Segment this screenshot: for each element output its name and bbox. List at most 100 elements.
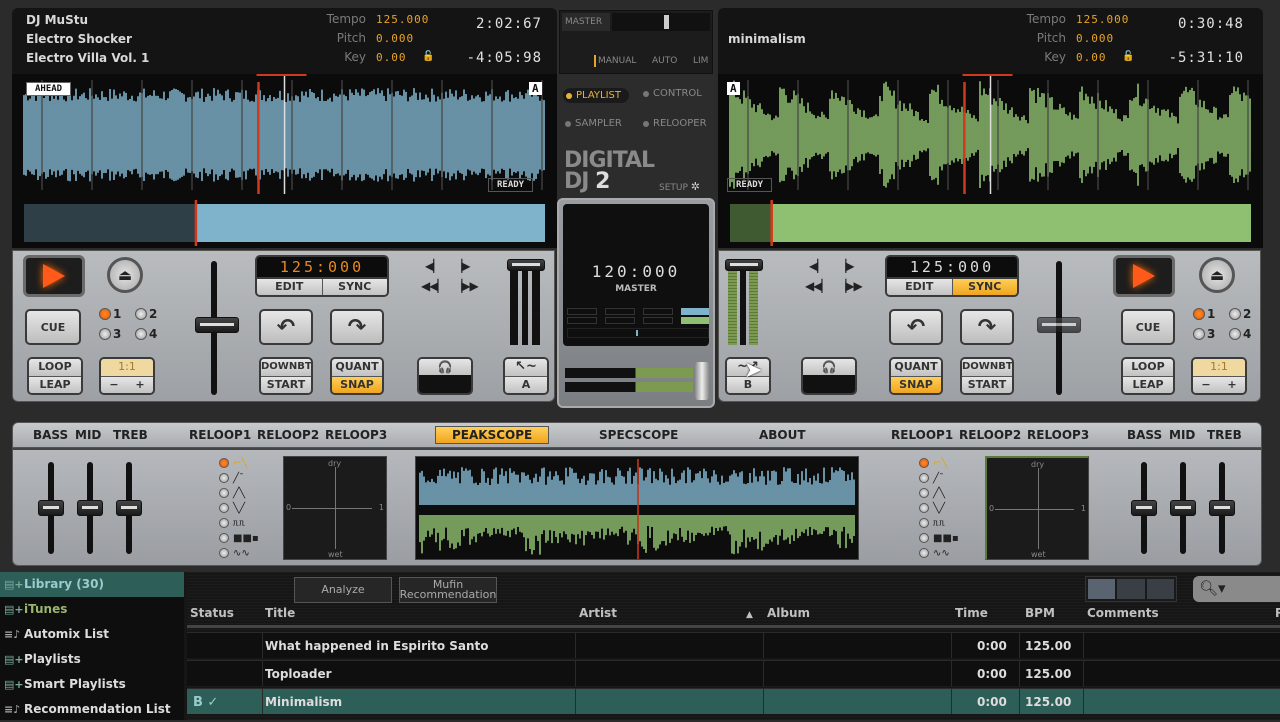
- hotcue-2[interactable]: 2: [1229, 307, 1251, 321]
- view-small-button[interactable]: [1088, 579, 1116, 599]
- leap-button[interactable]: LEAP: [29, 375, 81, 393]
- beat-jump-back-icon[interactable]: ◀▏: [809, 259, 826, 273]
- eq-mid-handle[interactable]: [1170, 500, 1196, 516]
- limiter-lim[interactable]: LIM: [693, 56, 708, 66]
- deck-a-crossfader-assign[interactable]: ↖~ A: [503, 357, 549, 395]
- deck-b-play-button[interactable]: [1113, 255, 1175, 297]
- deck-a-loop-size[interactable]: 1:1 − +: [99, 357, 155, 395]
- sync-button[interactable]: SYNC: [951, 279, 1017, 295]
- view-playlist[interactable]: PLAYLIST: [563, 88, 629, 103]
- deck-a-filter-selector[interactable]: ⌐╲ ╱¯ ╱╲ ╲╱ ᥰᥰ ■■▪ ∿∿: [219, 456, 259, 560]
- filter-comb[interactable]: ᥰᥰ: [219, 516, 259, 530]
- col-time[interactable]: Time: [955, 606, 988, 620]
- key-lock-icon[interactable]: 🔓: [422, 51, 434, 62]
- view-relooper[interactable]: RELOOPER: [643, 118, 707, 129]
- master-slider[interactable]: [612, 13, 710, 31]
- deck-b-overview[interactable]: [718, 198, 1263, 248]
- deck-a-downbt-start[interactable]: DOWNBT START: [259, 357, 313, 395]
- beat-jump-forward-icon[interactable]: ▕▶: [837, 259, 854, 273]
- deck-b-back-button[interactable]: ↶: [889, 309, 943, 345]
- deck-b-quant-snap[interactable]: QUANT SNAP: [889, 357, 943, 395]
- sidebar-item-automix-list[interactable]: ≡♪ Automix List: [0, 622, 184, 647]
- filter-highpass[interactable]: ╱¯: [219, 471, 259, 485]
- deck-b-xy-pad[interactable]: dry wet 0 1: [985, 456, 1089, 560]
- sidebar-item-recommendation-list[interactable]: ≡♪ Recommendation List: [0, 697, 184, 722]
- deck-a-quant-snap[interactable]: QUANT SNAP: [330, 357, 384, 395]
- peakscope-tab[interactable]: PEAKSCOPE: [435, 426, 550, 444]
- key-lock-icon[interactable]: 🔓: [1122, 51, 1134, 62]
- deck-a-xy-pad[interactable]: dry wet 0 1: [283, 456, 387, 560]
- reloop1-tab[interactable]: RELOOP1: [891, 428, 953, 442]
- sidebar-item-playlists[interactable]: ▤+ Playlists: [0, 647, 184, 672]
- deck-a-forward-button[interactable]: ↷: [330, 309, 384, 345]
- mufin-recommendation-button[interactable]: Mufin Recommendation: [399, 577, 497, 603]
- col-comments[interactable]: Comments: [1087, 606, 1159, 620]
- hotcue-1[interactable]: 1: [99, 307, 121, 321]
- col-album[interactable]: Album: [767, 606, 810, 620]
- filter-notch[interactable]: ╲╱: [219, 501, 259, 515]
- deck-a-edit-sync[interactable]: EDIT SYNC: [255, 277, 389, 297]
- deck-a-pitch-value[interactable]: 0.000: [376, 32, 414, 45]
- deck-a-key-value[interactable]: 0.00: [376, 51, 407, 64]
- eq-bass-handle[interactable]: [1131, 500, 1157, 516]
- reloop2-tab[interactable]: RELOOP2: [257, 428, 319, 442]
- master-volume-handle[interactable]: [695, 362, 709, 400]
- hotcue-4[interactable]: 4: [135, 327, 157, 341]
- deck-b-volume-fader[interactable]: [725, 259, 763, 345]
- analyze-button[interactable]: Analyze: [294, 577, 392, 603]
- table-row[interactable]: What happened in Espirito Santo 0:00 125.0…: [187, 632, 1280, 658]
- start-button[interactable]: START: [261, 375, 311, 393]
- hotcue-3[interactable]: 3: [1193, 327, 1215, 341]
- filter-wave[interactable]: ∿∿: [919, 546, 959, 560]
- table-row[interactable]: Toploader 0:00 125.00: [187, 660, 1280, 686]
- ahead-tag[interactable]: AHEAD: [26, 82, 72, 96]
- deck-b-key-value[interactable]: 0.00: [1076, 51, 1107, 64]
- sync-button[interactable]: SYNC: [321, 279, 387, 295]
- reloop2-tab[interactable]: RELOOP2: [959, 428, 1021, 442]
- filter-bandpass[interactable]: ╱╲: [919, 486, 959, 500]
- limiter-auto[interactable]: AUTO: [652, 56, 677, 66]
- deck-b-pitch-fader-handle[interactable]: [1037, 317, 1081, 333]
- search-input[interactable]: 🔍︎▾: [1193, 576, 1280, 602]
- fast-rewind-icon[interactable]: ◀◀▏: [421, 279, 447, 293]
- deck-a-overview[interactable]: [12, 198, 557, 248]
- deck-b-edit-sync[interactable]: EDIT SYNC: [885, 277, 1019, 297]
- deck-b-eject-button[interactable]: ⏏: [1199, 257, 1235, 293]
- deck-b-waveform[interactable]: A READY: [718, 74, 1263, 198]
- deck-b-loop-size[interactable]: 1:1 − +: [1191, 357, 1247, 395]
- master-slider-handle[interactable]: [664, 15, 669, 29]
- hotcue-1[interactable]: 1: [1193, 307, 1215, 321]
- setup-button[interactable]: SETUP ✲: [659, 180, 700, 193]
- downbeat-button[interactable]: DOWNBT: [962, 359, 1012, 376]
- deck-a-pitch-fader-handle[interactable]: [195, 317, 239, 333]
- loop-minus-button[interactable]: −: [109, 377, 118, 394]
- fast-forward-icon[interactable]: ▕▶▶: [837, 279, 863, 293]
- eq-treb-handle[interactable]: [116, 500, 142, 516]
- filter-comb[interactable]: ᥰᥰ: [919, 516, 959, 530]
- deck-a-cue-button[interactable]: CUE: [25, 309, 81, 345]
- start-button[interactable]: START: [962, 375, 1012, 393]
- deck-b-loop-leap[interactable]: LOOP LEAP: [1121, 357, 1175, 395]
- snap-button[interactable]: SNAP: [891, 375, 941, 393]
- snap-button[interactable]: SNAP: [332, 375, 382, 393]
- deck-b-downbt-start[interactable]: DOWNBT START: [960, 357, 1014, 395]
- deck-a-tempo-value[interactable]: 125.000: [376, 13, 429, 26]
- reloop1-tab[interactable]: RELOOP1: [189, 428, 251, 442]
- deck-a-eject-button[interactable]: ⏏: [107, 257, 143, 293]
- view-large-button[interactable]: [1146, 579, 1174, 599]
- fast-rewind-icon[interactable]: ◀◀▏: [805, 279, 831, 293]
- eq-bass-handle[interactable]: [38, 500, 64, 516]
- edit-button[interactable]: EDIT: [257, 279, 322, 295]
- deck-b-headphone-button[interactable]: 🎧: [801, 357, 857, 395]
- hotcue-4[interactable]: 4: [1229, 327, 1251, 341]
- reloop3-tab[interactable]: RELOOP3: [325, 428, 387, 442]
- view-control[interactable]: CONTROL: [643, 88, 702, 99]
- about-tab[interactable]: ABOUT: [759, 428, 806, 442]
- deck-a-volume-fader[interactable]: [507, 259, 545, 345]
- deck-a-waveform[interactable]: AHEAD A READY: [12, 74, 557, 198]
- col-title[interactable]: Title: [265, 606, 295, 620]
- reloop3-tab[interactable]: RELOOP3: [1027, 428, 1089, 442]
- deck-b-volume-handle[interactable]: [725, 259, 763, 271]
- deck-b-tempo-value[interactable]: 125.000: [1076, 13, 1129, 26]
- loop-plus-button[interactable]: +: [135, 377, 144, 394]
